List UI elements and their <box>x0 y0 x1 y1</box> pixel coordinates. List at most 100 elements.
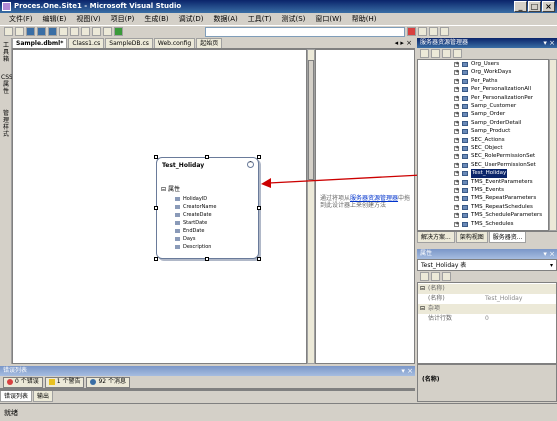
expand-icon[interactable]: + <box>454 62 459 67</box>
server-explorer-scrollbar[interactable] <box>549 59 557 231</box>
menu-edit[interactable]: 编辑(E) <box>38 13 72 25</box>
selection-handle[interactable] <box>154 206 158 210</box>
property-grid[interactable]: ⊟ (名称) (名称) Test_Holiday ⊟ 杂项 估计行数 0 <box>417 282 557 364</box>
designer-scrollbar[interactable] <box>307 49 315 364</box>
new-project-icon[interactable] <box>4 27 13 36</box>
menu-project[interactable]: 项目(P) <box>106 13 140 25</box>
entity-field[interactable]: Description <box>175 244 211 250</box>
tree-item[interactable]: + Samp_Product <box>418 127 548 135</box>
tree-item[interactable]: + SEC_UserPermissionSet <box>418 161 548 169</box>
tree-item[interactable]: + TMS_RepeatParameters <box>418 194 548 202</box>
menu-help[interactable]: 帮助(H) <box>347 13 382 25</box>
property-pages-icon[interactable] <box>442 272 451 281</box>
expand-icon[interactable]: + <box>454 188 459 193</box>
collapse-icon[interactable]: ⊟ <box>420 304 425 314</box>
messages-filter-button[interactable]: 92 个消息 <box>86 376 131 388</box>
selection-handle[interactable] <box>154 155 158 159</box>
alphabetical-icon[interactable] <box>431 272 440 281</box>
toolbox-tab[interactable]: 工具箱 <box>1 42 11 63</box>
add-item-icon[interactable] <box>15 27 24 36</box>
properties-object-selector[interactable]: Test_Holiday 表 ▾ <box>417 259 557 271</box>
tree-item[interactable]: + Per_PersonalizationAll <box>418 85 548 93</box>
tab-web-config[interactable]: Web.config <box>153 38 196 48</box>
connect-database-icon[interactable] <box>442 49 451 58</box>
menu-build[interactable]: 生成(B) <box>139 13 173 25</box>
expand-icon[interactable]: + <box>454 204 459 210</box>
tree-item[interactable]: + SEC_Object <box>418 144 548 152</box>
tab-error-list[interactable]: 错误列表 <box>0 391 33 402</box>
entity-field[interactable]: CreateDate <box>175 212 212 218</box>
tree-item[interactable]: + Org_WorkDays <box>418 68 548 76</box>
property-value[interactable]: Test_Holiday <box>485 294 522 304</box>
expand-icon[interactable]: + <box>454 120 459 126</box>
open-file-icon[interactable] <box>26 27 35 36</box>
tree-item[interactable]: + TMS_Events <box>418 186 548 194</box>
properties-icon[interactable] <box>429 27 438 36</box>
property-row[interactable]: (名称) Test_Holiday <box>418 294 556 304</box>
tree-item[interactable]: + TMS_EventParameters <box>418 178 548 186</box>
entity-field[interactable]: CreatorName <box>175 204 216 210</box>
menu-test[interactable]: 测试(S) <box>276 13 310 25</box>
selection-handle[interactable] <box>205 257 209 261</box>
connect-server-icon[interactable] <box>453 49 462 58</box>
tab-controls[interactable]: ◂ ▸ × <box>395 38 415 48</box>
selection-handle[interactable] <box>154 257 158 261</box>
cut-icon[interactable] <box>59 27 68 36</box>
expand-icon[interactable]: + <box>454 137 459 143</box>
manage-styles-tab[interactable]: 管理样式 <box>1 110 11 138</box>
tree-item-selected[interactable]: + Test_Holiday <box>418 169 548 178</box>
tree-item[interactable]: + Per_PersonalizationPer <box>418 94 548 102</box>
methods-pane[interactable]: 通过将项从服务器资源管理器中拖到此设计器上来创建方法 <box>315 49 415 364</box>
warnings-filter-button[interactable]: 1 个警告 <box>44 376 85 388</box>
property-value[interactable]: 0 <box>485 314 489 324</box>
tree-item[interactable]: + TMS_RepeatSchedules <box>418 203 548 211</box>
entity-field[interactable]: StartDate <box>175 220 207 226</box>
toolbox-icon[interactable] <box>440 27 449 36</box>
save-icon[interactable] <box>37 27 46 36</box>
menu-data[interactable]: 数据(A) <box>208 13 242 25</box>
find-combo[interactable] <box>205 26 405 37</box>
tree-item[interactable]: + SEC_RolePermissionSet <box>418 152 548 160</box>
tab-output[interactable]: 输出 <box>33 391 54 402</box>
expand-icon[interactable]: + <box>454 78 459 84</box>
expand-icon[interactable]: + <box>454 154 459 160</box>
start-debugging-icon[interactable] <box>114 27 123 36</box>
expand-icon[interactable]: + <box>454 95 459 101</box>
tree-item[interactable]: + Samp_Customer <box>418 102 548 110</box>
expand-icon[interactable]: + <box>454 70 459 76</box>
selection-handle[interactable] <box>257 155 261 159</box>
server-explorer-tree[interactable]: + Org_Users + Org_WorkDays + Per_Paths + Per… <box>417 59 549 231</box>
expand-icon[interactable]: + <box>454 162 459 168</box>
server-explorer-link[interactable]: 服务器资源管理器 <box>350 195 398 202</box>
categorized-icon[interactable] <box>420 272 429 281</box>
find-icon[interactable] <box>407 27 416 36</box>
copy-icon[interactable] <box>70 27 79 36</box>
maximize-button[interactable]: □ <box>528 1 541 12</box>
expand-icon[interactable]: + <box>454 196 459 202</box>
expand-icon[interactable]: + <box>454 112 459 118</box>
menu-file[interactable]: 文件(F) <box>4 13 38 25</box>
selection-handle[interactable] <box>205 155 209 159</box>
collapse-icon[interactable]: ⊟ <box>420 284 425 294</box>
refresh-icon[interactable] <box>420 49 429 58</box>
redo-icon[interactable] <box>103 27 112 36</box>
css-properties-tab[interactable]: CSS属性 <box>1 74 13 95</box>
expand-icon[interactable]: + <box>454 87 459 93</box>
selection-handle[interactable] <box>257 257 261 261</box>
entity-shape[interactable]: Test_Holiday ⌃ ⊟ 属性 HolidayID CreatorNam… <box>156 157 259 259</box>
tree-item[interactable]: + Samp_OrderDetail <box>418 119 548 127</box>
solution-explorer-icon[interactable] <box>418 27 427 36</box>
entity-field[interactable]: Days <box>175 236 195 242</box>
menu-debug[interactable]: 调试(D) <box>174 13 209 25</box>
expand-icon[interactable]: + <box>454 179 459 185</box>
collapse-icon[interactable]: ⌃ <box>247 161 254 168</box>
entity-field[interactable]: HolidayID <box>175 196 207 202</box>
entity-field[interactable]: EndDate <box>175 228 204 234</box>
properties-controls[interactable]: ▾ × <box>543 249 555 259</box>
designer-scroll-thumb[interactable] <box>308 60 314 180</box>
chevron-down-icon[interactable]: ▾ <box>550 260 553 271</box>
expand-icon[interactable]: + <box>454 104 459 109</box>
tab-sample-dbml[interactable]: Sample.dbml* <box>12 38 68 48</box>
property-category[interactable]: ⊟ 杂项 <box>418 304 556 314</box>
menu-view[interactable]: 视图(V) <box>71 13 105 25</box>
